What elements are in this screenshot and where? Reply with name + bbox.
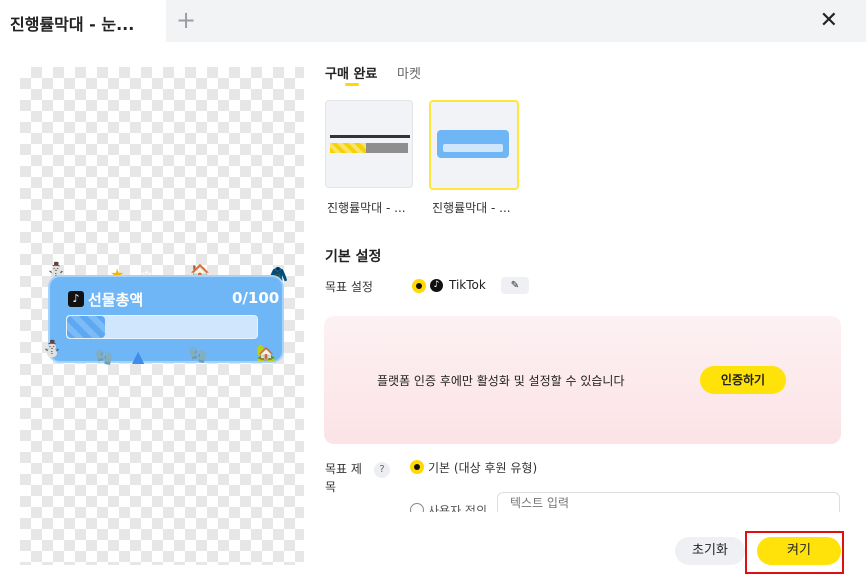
section-title-basic-settings: 기본 설정	[325, 249, 382, 265]
window-tabbar: 진행률막대 - 눈... + ✕	[0, 0, 866, 42]
reset-button[interactable]: 초기화	[675, 537, 745, 565]
platform-auth-panel: 플랫폼 인증 후에만 활성화 및 설정할 수 있습니다 인증하기	[324, 316, 841, 444]
goal-title-label: 목표 제목	[325, 462, 362, 494]
highlight-box	[745, 531, 844, 574]
tab-title: 진행률막대 - 눈...	[10, 15, 135, 34]
tiktok-icon: ♪	[430, 279, 443, 292]
thumb-2-track	[443, 144, 503, 152]
goal-title-input[interactable]	[497, 492, 840, 512]
template-thumbnail-2-selected[interactable]	[429, 100, 519, 190]
goal-title-default-option: 기본 (대상 후원 유형)	[428, 461, 538, 475]
goal-title-default-radio[interactable]	[410, 460, 424, 474]
pencil-icon: ✎	[510, 280, 520, 291]
tab-market[interactable]: 마켓	[397, 63, 421, 82]
thumb-1-header	[330, 135, 410, 138]
widget-progress-fill	[67, 316, 105, 338]
help-icon[interactable]: ?	[374, 462, 390, 478]
progress-widget-preview: ⛄ ★ ❄ 🏠 🧥 ♪ 선물총액 0/100 ⛄ 🧤 ▲ 🧤 🏡	[42, 261, 292, 371]
add-tab-icon[interactable]: +	[176, 6, 196, 34]
goal-setting-label: 목표 설정	[325, 280, 373, 294]
widget-count: 0/100	[232, 289, 280, 307]
tab-purchased[interactable]: 구매 완료	[325, 63, 377, 82]
platform-radio-selected[interactable]	[412, 279, 426, 293]
auth-message: 플랫폼 인증 후에만 활성화 및 설정할 수 있습니다	[377, 374, 625, 388]
active-tab-indicator	[345, 83, 359, 86]
goal-title-custom-option: 사용자 정의	[428, 504, 488, 512]
tab-progress-bar[interactable]: 진행률막대 - 눈...	[0, 0, 166, 42]
widget-progress-track	[66, 315, 258, 339]
tree-icon: ▲	[132, 347, 145, 366]
snowman-small-icon: ⛄	[42, 339, 62, 358]
template-thumbnail-1[interactable]	[325, 100, 413, 188]
auth-button[interactable]: 인증하기	[700, 366, 786, 394]
tiktok-logo-icon: ♪	[68, 291, 84, 307]
edit-platform-button[interactable]: ✎	[501, 277, 529, 294]
close-icon[interactable]: ✕	[820, 8, 838, 33]
preview-canvas: ⛄ ★ ❄ 🏠 🧥 ♪ 선물총액 0/100 ⛄ 🧤 ▲ 🧤 🏡	[20, 67, 304, 565]
mitten-right-icon: 🧤	[188, 345, 208, 364]
cabin-icon: 🏡	[256, 343, 276, 362]
thumb-1-fill	[330, 143, 366, 153]
mitten-icon: 🧤	[94, 347, 114, 366]
template-label-1: 진행률막대 - ...	[327, 201, 406, 215]
platform-label: TikTok	[449, 278, 486, 292]
widget-title: 선물총액	[88, 291, 144, 309]
template-label-2: 진행률막대 - ...	[432, 201, 511, 215]
